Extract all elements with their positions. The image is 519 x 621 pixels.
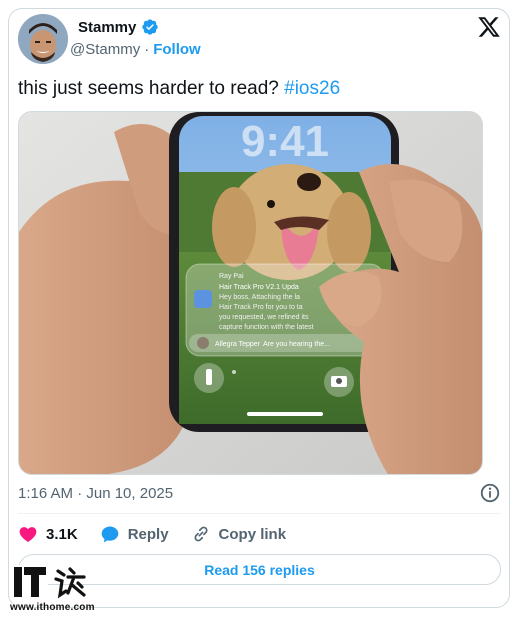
info-icon[interactable] (479, 482, 501, 504)
tweet-body-text: this just seems harder to read? (18, 78, 279, 99)
reply-label: Reply (127, 525, 169, 543)
like-count: 3.1K (46, 525, 78, 543)
notification-line-3: you requested, we refined its (219, 314, 309, 321)
tweet-media-photo[interactable]: 9:41 Ray Pai Hair Track Pro V2.1 Upda He… (18, 111, 483, 475)
notification-line-4: capture function with the latest (219, 324, 314, 331)
tweet-timestamp[interactable]: 1:16 AM · Jun 10, 2025 (18, 485, 173, 502)
author-display-name[interactable]: Stammy (78, 19, 136, 36)
notification-reply: Allegra Tepper Are you hearing the... (215, 341, 330, 348)
divider (18, 513, 501, 514)
copy-link-label: Copy link (218, 525, 287, 543)
author-name-row[interactable]: Stammy (78, 18, 159, 36)
heart-icon (19, 527, 37, 542)
notification-line-2: Hair Track Pro for you to ta (219, 304, 303, 311)
notification-title: Hair Track Pro V2.1 Upda (219, 284, 299, 291)
tweet-text: this just seems harder to read? #ios26 (18, 77, 340, 101)
hashtag-link[interactable]: #ios26 (284, 78, 340, 99)
tweet-actions: 3.1K Reply Copy link (18, 524, 308, 544)
notification-line-1: Hey boss, Attaching the la (219, 294, 300, 301)
link-icon (194, 526, 208, 542)
like-button[interactable]: 3.1K (18, 524, 78, 544)
author-handle-row: @Stammy · Follow (70, 41, 201, 58)
separator-dot: · (144, 41, 150, 58)
avatar[interactable] (18, 14, 68, 64)
watermark-url: www.ithome.com (10, 602, 95, 613)
x-logo-icon[interactable] (477, 15, 501, 39)
phone-clock: 9:41 (241, 117, 329, 166)
copy-link-button[interactable]: Copy link (191, 524, 287, 544)
author-handle[interactable]: @Stammy (70, 41, 140, 58)
follow-button[interactable]: Follow (153, 41, 201, 58)
read-replies-label: Read 156 replies (204, 561, 315, 578)
reply-button[interactable]: Reply (100, 524, 169, 544)
notification-sender: Ray Pai (219, 273, 244, 280)
verified-badge-icon (142, 19, 159, 35)
speech-bubble-icon (101, 526, 119, 543)
